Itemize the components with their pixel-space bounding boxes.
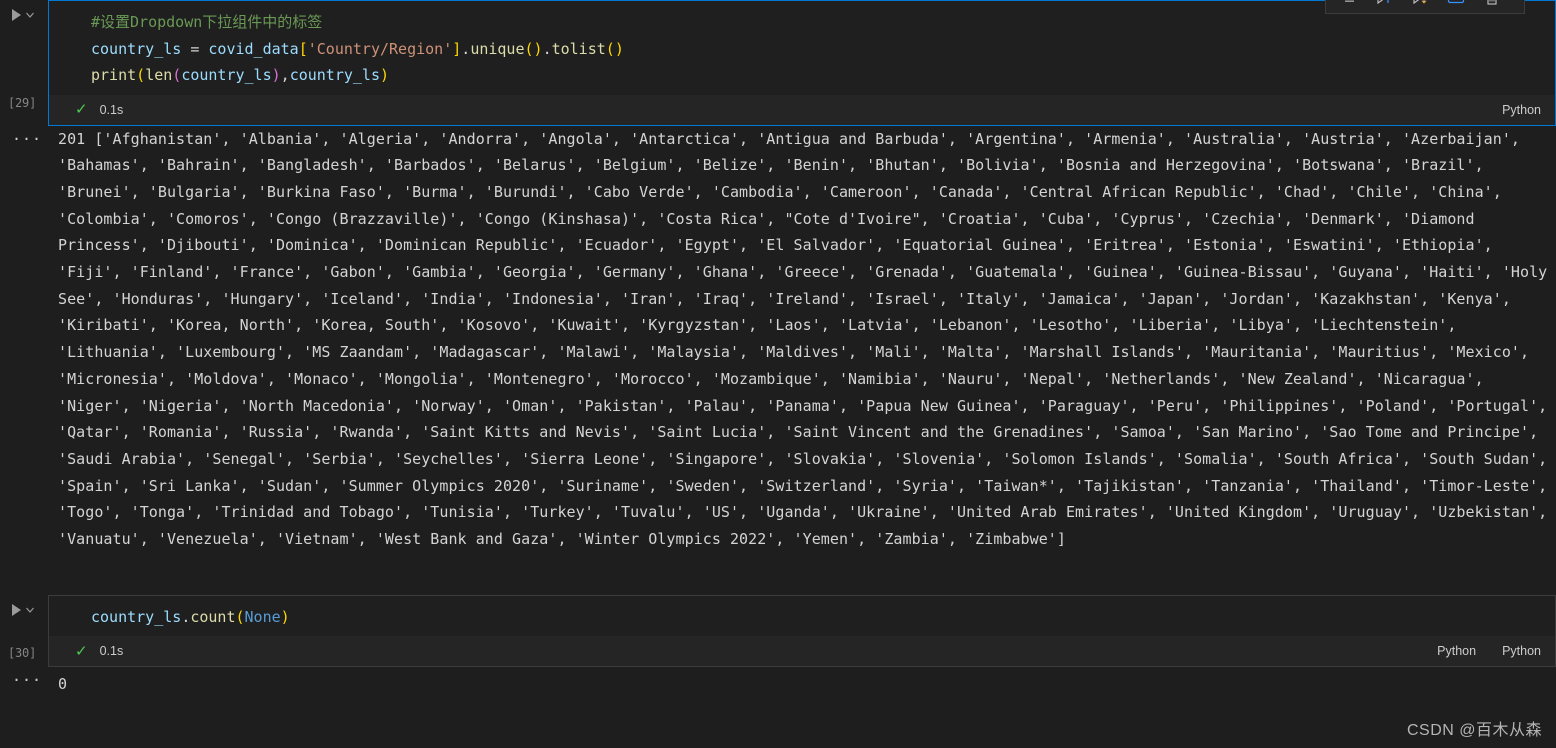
play-icon[interactable] — [12, 603, 21, 616]
code-token: 'Country/Region' — [307, 39, 453, 58]
code-token: ) — [280, 607, 290, 626]
cell-output-area: ··· 201 ['Afghanistan', 'Albania', 'Alge… — [0, 125, 1556, 553]
code-token: country_ls — [91, 39, 182, 58]
cell-toolbar — [1325, 0, 1525, 14]
chevron-down-icon[interactable] — [24, 604, 36, 616]
code-token: covid_data — [208, 39, 299, 58]
notebook-cell[interactable]: [29] #设置Dropdown下拉组件中的标签 country_ls = co… — [0, 0, 1556, 126]
code-token: , — [280, 66, 290, 84]
code-token: ( — [172, 66, 182, 84]
code-token: ) — [380, 66, 390, 84]
code-token: len — [145, 66, 173, 84]
watermark: CSDN @百木从森 — [1406, 722, 1542, 739]
code-token: . — [181, 607, 191, 626]
clear-output-icon[interactable] — [1438, 0, 1474, 12]
notebook-cell[interactable]: [30] country_ls.count(None) ✓ 0.1s Pytho… — [0, 594, 1556, 668]
code-token: ) — [533, 39, 543, 58]
cell-language-label[interactable]: Python — [1437, 644, 1476, 658]
kernel-language-label[interactable]: Python — [1502, 644, 1541, 658]
code-token: ( — [605, 39, 615, 58]
success-check-icon: ✓ — [75, 642, 88, 660]
code-token: None — [244, 607, 281, 626]
cell-output-area: ··· 0 — [0, 667, 1556, 698]
cell-gutter: [29] — [0, 0, 48, 126]
code-token: ( — [136, 66, 146, 84]
notebook-editor: [29] #设置Dropdown下拉组件中的标签 country_ls = co… — [0, 0, 1556, 748]
code-token: #设置Dropdown下拉组件中的标签 — [91, 13, 323, 31]
code-token: ] — [452, 39, 462, 58]
more-actions-icon[interactable] — [1330, 0, 1366, 12]
cell-status-bar: ✓ 0.1s Python Python — [49, 636, 1555, 667]
kernel-language-label[interactable]: Python — [1502, 103, 1541, 117]
code-token: ( — [235, 607, 245, 626]
code-line-3: print(len(country_ls),country_ls) — [49, 62, 1555, 89]
execution-count: [30] — [8, 645, 37, 660]
output-more-icon[interactable]: ··· — [12, 673, 42, 688]
output-gutter: ··· — [0, 667, 48, 698]
code-token: country_ls — [181, 66, 272, 84]
code-token: [ — [298, 39, 308, 58]
code-token: ) — [614, 39, 624, 58]
cell-body[interactable]: #设置Dropdown下拉组件中的标签 country_ls = covid_d… — [48, 0, 1556, 126]
code-token: unique — [470, 39, 525, 58]
delete-cell-icon[interactable] — [1474, 0, 1510, 12]
code-token: . — [461, 39, 471, 58]
code-token: country_ls — [91, 607, 182, 626]
code-token: count — [190, 607, 236, 626]
play-icon[interactable] — [12, 9, 21, 21]
cell-spacer — [0, 552, 1556, 595]
cell-gutter: [30] — [0, 594, 48, 668]
run-cell-button[interactable] — [0, 595, 48, 616]
code-line-2: country_ls = covid_data['Country/Region'… — [49, 36, 1555, 63]
code-editor[interactable]: country_ls.count(None) — [49, 595, 1555, 637]
code-editor[interactable]: #设置Dropdown下拉组件中的标签 country_ls = covid_d… — [49, 1, 1555, 95]
execution-time: 0.1s — [99, 644, 124, 659]
code-token: ( — [524, 39, 534, 58]
cell-status-bar: ✓ 0.1s Python — [49, 94, 1555, 125]
code-token: country_ls — [289, 66, 380, 84]
run-below-icon[interactable] — [1402, 0, 1438, 12]
output-gutter: ··· — [0, 126, 48, 553]
execution-time: 0.1s — [99, 102, 124, 117]
code-token: . — [542, 39, 552, 58]
code-token: ) — [271, 66, 281, 84]
run-cell-button[interactable] — [0, 0, 48, 21]
execution-count: [29] — [8, 96, 37, 110]
code-line-1: country_ls.count(None) — [49, 604, 1555, 631]
cell-body[interactable]: country_ls.count(None) ✓ 0.1s Python Pyt… — [48, 594, 1556, 668]
output-more-icon[interactable]: ··· — [12, 131, 42, 147]
success-check-icon: ✓ — [75, 101, 88, 118]
chevron-down-icon[interactable] — [24, 9, 36, 21]
stdout-output: 201 ['Afghanistan', 'Albania', 'Algeria'… — [58, 129, 1556, 549]
code-token: print — [91, 66, 137, 84]
stdout-output: 0 — [58, 675, 68, 694]
code-token: tolist — [551, 39, 606, 58]
run-above-icon[interactable] — [1366, 0, 1402, 12]
